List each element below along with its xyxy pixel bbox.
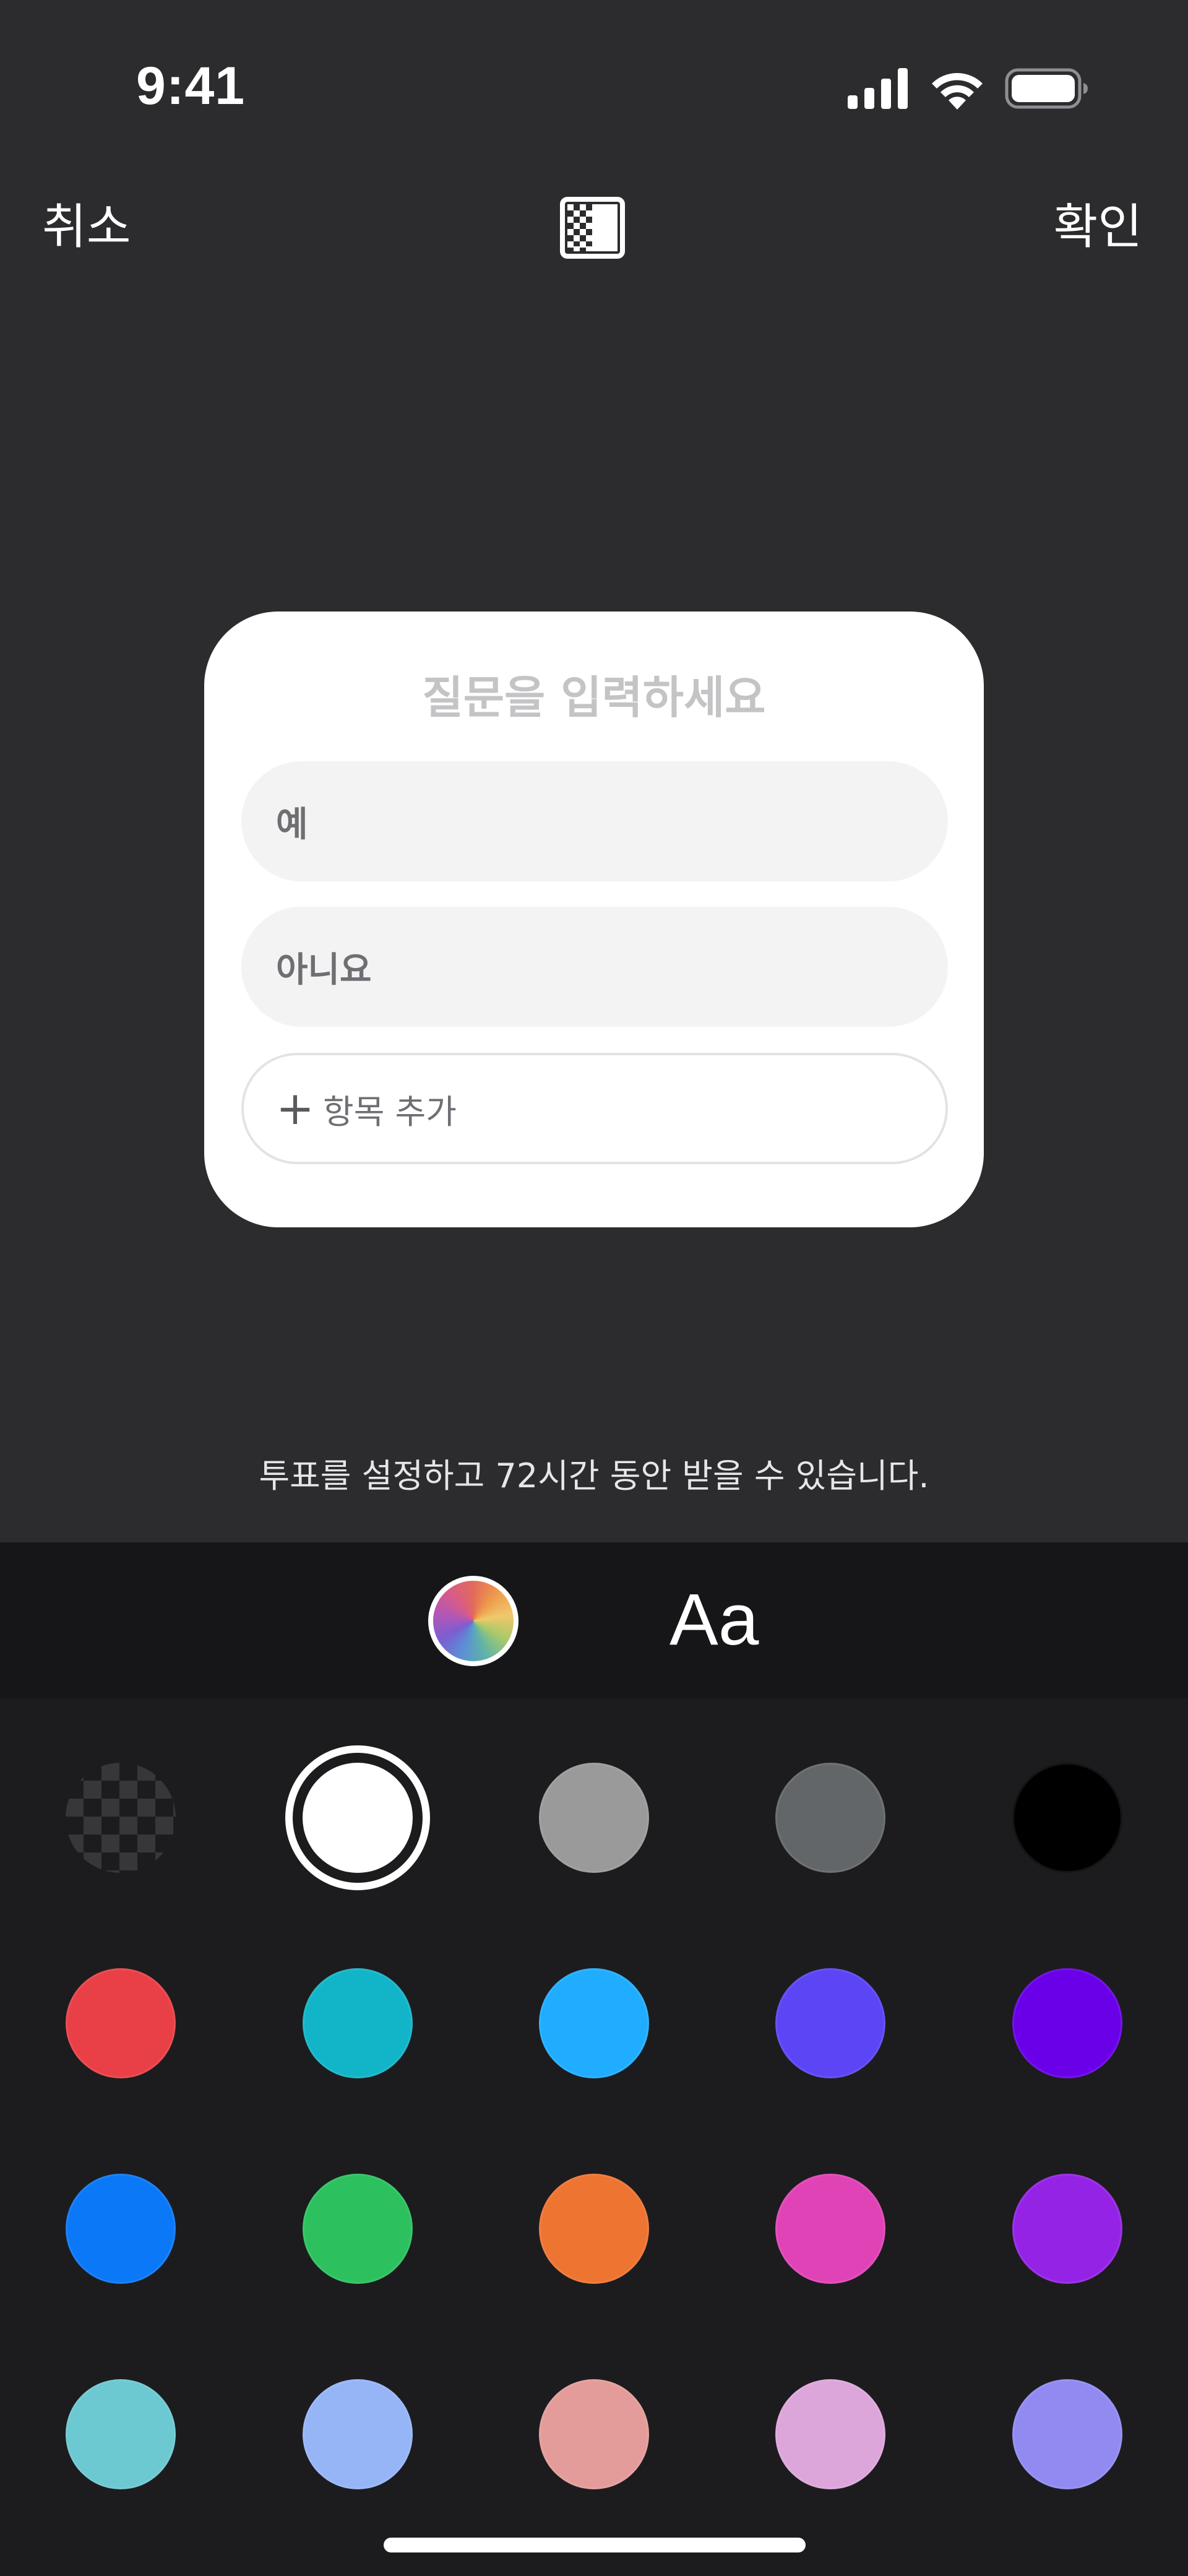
swatch-5b45f5[interactable]	[775, 1968, 885, 2078]
poll-option-2[interactable]: 아니요	[241, 907, 948, 1027]
poll-option-1[interactable]: 예	[241, 761, 948, 881]
poll-question-input[interactable]: 질문을 입력하세요	[204, 661, 984, 726]
swatch-20adff[interactable]	[539, 1968, 649, 2078]
poll-hint-text: 투표를 설정하고 72시간 동안 받을 수 있습니다.	[259, 1456, 929, 1495]
battery-icon	[1005, 68, 1088, 109]
swatch-9a9a9a[interactable]	[539, 1763, 649, 1873]
color-wheel-icon[interactable]	[428, 1576, 519, 1666]
swatch-636668[interactable]	[775, 1763, 885, 1873]
poll-editor-screen: 9:41 취소 확인 질문을 입력하세요 예 아니요 + 항목 추가 투표를 설…	[0, 0, 1188, 2576]
cellular-signal-icon	[848, 68, 908, 109]
status-icons	[848, 67, 1089, 110]
plus-icon: +	[276, 1082, 315, 1135]
swatch-6cc8d1[interactable]	[66, 2379, 176, 2489]
home-indicator	[384, 2538, 806, 2552]
swatch-9523e6[interactable]	[1012, 2174, 1122, 2284]
swatch-96b5f7[interactable]	[303, 2379, 413, 2489]
swatch-e49c9a[interactable]	[539, 2379, 649, 2489]
swatch-12b5c8[interactable]	[303, 1968, 413, 2078]
add-option-button[interactable]: + 항목 추가	[241, 1053, 948, 1164]
color-palette	[0, 1698, 1188, 2576]
swatch-000000[interactable]	[1012, 1763, 1122, 1873]
swatch-e043b6[interactable]	[775, 2174, 885, 2284]
poll-card: 질문을 입력하세요 예 아니요 + 항목 추가	[204, 612, 984, 1227]
swatch-2cc15e[interactable]	[303, 2174, 413, 2284]
confirm-button[interactable]: 확인	[1053, 193, 1142, 261]
transparency-toggle-icon[interactable]	[560, 197, 625, 259]
swatch-918af1[interactable]	[1012, 2379, 1122, 2489]
cancel-button[interactable]: 취소	[42, 193, 131, 261]
add-option-label: 항목 추가	[323, 1092, 457, 1131]
swatch-transparent[interactable]	[66, 1763, 176, 1873]
swatch-6a00e8[interactable]	[1012, 1968, 1122, 2078]
font-style-button[interactable]: Aa	[669, 1573, 759, 1666]
swatch-ffffff[interactable]	[303, 1763, 413, 1873]
swatch-0a78f7[interactable]	[66, 2174, 176, 2284]
swatch-e84046[interactable]	[66, 1968, 176, 2078]
wifi-icon	[932, 73, 983, 110]
swatch-dda6db[interactable]	[775, 2379, 885, 2489]
style-toolbar: Aa	[0, 1542, 1188, 1698]
status-time: 9:41	[136, 56, 246, 116]
swatch-ee7431[interactable]	[539, 2174, 649, 2284]
